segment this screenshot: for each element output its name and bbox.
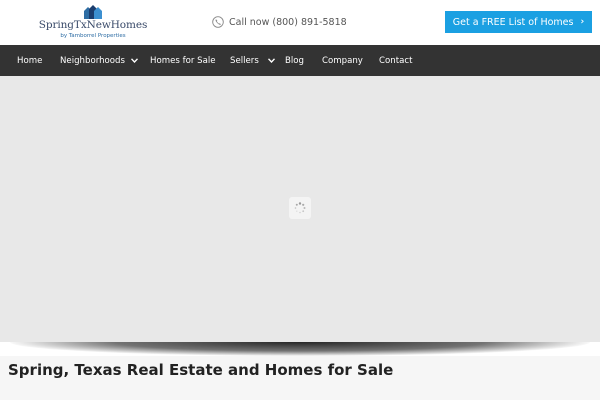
hero-shadow-ellipse <box>10 342 590 356</box>
nav-item-label: Neighborhoods <box>60 55 125 66</box>
loading-indicator <box>289 197 311 219</box>
nav-item-label: Sellers <box>230 55 259 66</box>
page-title: Spring, Texas Real Estate and Homes for … <box>8 361 394 379</box>
nav-item-home[interactable]: Home <box>17 45 42 76</box>
site-header: SpringTxNewHomes by Tamborrel Properties… <box>0 0 600 45</box>
chevron-down-icon <box>131 58 138 63</box>
nav-item-neighborhoods[interactable]: Neighborhoods <box>60 45 138 76</box>
nav-item-label: Company <box>322 55 363 66</box>
main-nav: Home Neighborhoods Homes for Sale Seller… <box>0 45 600 76</box>
nav-item-label: Contact <box>379 55 413 66</box>
chevron-right-icon: › <box>580 17 585 27</box>
chevron-down-icon <box>267 58 275 63</box>
nav-item-homes-for-sale[interactable]: Homes for Sale <box>150 45 216 76</box>
call-now-text: Call now (800) 891-5818 <box>229 16 347 28</box>
nav-item-blog[interactable]: Blog <box>285 45 304 76</box>
free-list-button[interactable]: Get a FREE List of Homes › <box>445 11 592 33</box>
house-logo-icon <box>84 5 102 19</box>
spinner-icon <box>294 202 306 214</box>
nav-item-label: Home <box>17 55 43 66</box>
brand-tagline: by Tamborrel Properties <box>60 33 126 39</box>
call-now[interactable]: Call now (800) 891-5818 <box>212 14 347 30</box>
hero-slider <box>0 76 600 342</box>
free-list-button-label: Get a FREE List of Homes <box>452 16 574 28</box>
nav-item-label: Blog <box>285 55 304 66</box>
nav-item-contact[interactable]: Contact <box>379 45 412 76</box>
nav-item-sellers[interactable]: Sellers <box>230 45 275 76</box>
brand-name: SpringTxNewHomes <box>38 19 148 31</box>
nav-item-label: Homes for Sale <box>150 55 216 66</box>
phone-icon <box>212 16 224 28</box>
site-logo[interactable]: SpringTxNewHomes by Tamborrel Properties <box>38 5 148 41</box>
nav-item-company[interactable]: Company <box>322 45 363 76</box>
